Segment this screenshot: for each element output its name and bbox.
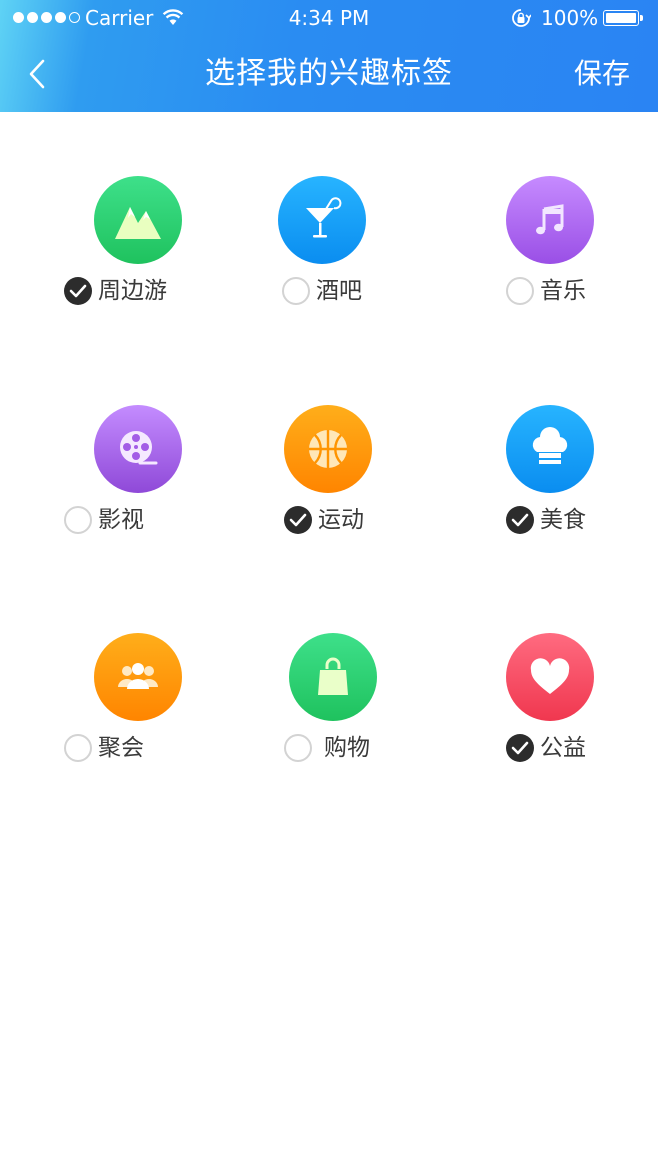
checkbox[interactable] <box>64 506 92 534</box>
checkbox[interactable] <box>506 277 534 305</box>
navigation-header: Carrier 4:34 PM 100% 选择我的兴趣标签 保存 <box>0 0 658 112</box>
tag-item[interactable]: 音乐 <box>506 176 656 326</box>
checkbox[interactable] <box>506 734 534 762</box>
tag-label: 音乐 <box>540 278 586 304</box>
battery-icon <box>603 10 639 26</box>
tag-label: 周边游 <box>98 278 167 304</box>
music-note-icon <box>506 176 594 264</box>
tag-item[interactable]: 酒吧 <box>278 176 432 326</box>
shopping-bag-icon <box>289 633 377 721</box>
tag-item[interactable]: 运动 <box>284 405 434 555</box>
film-reel-icon <box>94 405 182 493</box>
orientation-lock-icon <box>512 9 531 27</box>
save-button[interactable]: 保存 <box>574 54 630 94</box>
mountain-icon <box>94 176 182 264</box>
status-bar: Carrier 4:34 PM 100% <box>0 0 658 36</box>
cocktail-icon <box>278 176 366 264</box>
chef-hat-icon <box>506 405 594 493</box>
tag-item[interactable]: 影视 <box>64 405 214 555</box>
tag-item[interactable]: 周边游 <box>64 176 214 326</box>
heart-icon <box>506 633 594 721</box>
tag-label: 影视 <box>98 507 144 533</box>
tag-item[interactable]: 公益 <box>506 633 656 783</box>
tag-item[interactable]: 美食 <box>506 405 656 555</box>
tag-label: 酒吧 <box>316 278 362 304</box>
basketball-icon <box>284 405 372 493</box>
checkbox[interactable] <box>282 277 310 305</box>
tag-label: 聚会 <box>98 735 144 761</box>
tag-label: 美食 <box>540 507 586 533</box>
checkbox[interactable] <box>506 506 534 534</box>
checkbox[interactable] <box>64 277 92 305</box>
tag-label: 运动 <box>318 507 364 533</box>
tag-item[interactable]: 购物 <box>284 633 434 783</box>
tag-label: 公益 <box>540 735 586 761</box>
page-title: 选择我的兴趣标签 <box>205 56 453 91</box>
checkbox[interactable] <box>284 506 312 534</box>
people-icon <box>94 633 182 721</box>
checkbox[interactable] <box>64 734 92 762</box>
tag-label: 购物 <box>324 735 370 761</box>
checkbox[interactable] <box>284 734 312 762</box>
tag-item[interactable]: 聚会 <box>64 633 214 783</box>
battery-percentage: 100% <box>541 6 599 30</box>
